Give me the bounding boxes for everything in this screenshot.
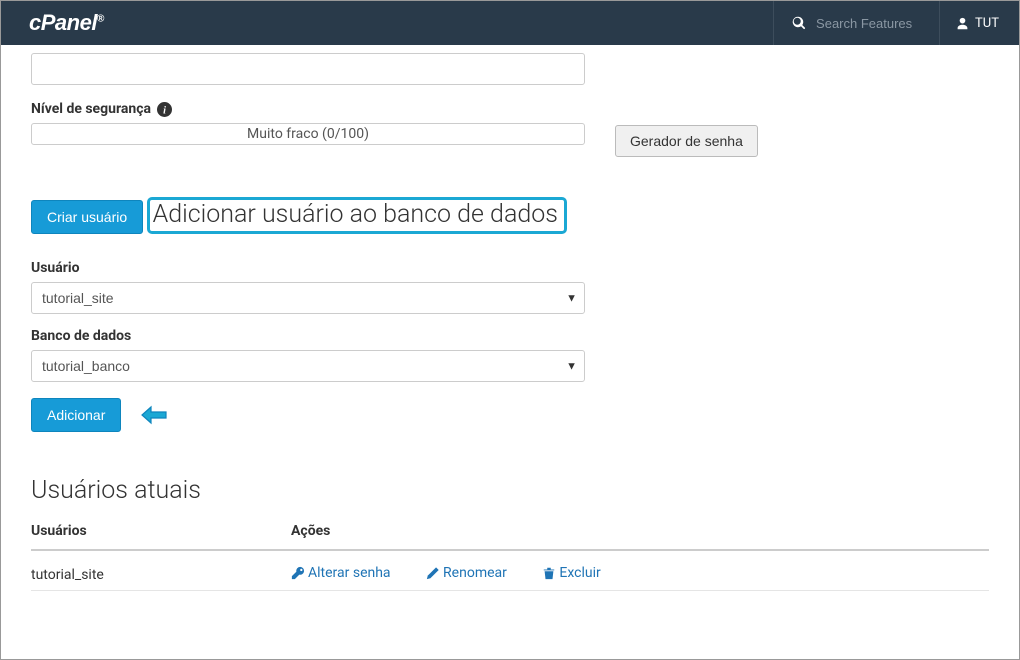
search-icon xyxy=(792,16,806,30)
col-header-actions: Ações xyxy=(291,515,989,550)
pencil-icon xyxy=(426,566,440,580)
key-icon xyxy=(291,566,305,580)
current-users-heading: Usuários atuais xyxy=(31,476,989,505)
user-select[interactable]: tutorial_site xyxy=(31,282,585,314)
database-field-label: Banco de dados xyxy=(31,328,989,344)
user-field-label: Usuário xyxy=(31,260,989,276)
add-user-to-db-heading: Adicionar usuário ao banco de dados xyxy=(147,197,567,234)
username-cell: tutorial_site xyxy=(31,550,291,591)
create-user-button[interactable]: Criar usuário xyxy=(31,200,143,234)
rename-link[interactable]: Renomear xyxy=(426,565,507,581)
database-select[interactable]: tutorial_banco xyxy=(31,350,585,382)
user-icon xyxy=(956,17,969,30)
password-generator-button[interactable]: Gerador de senha xyxy=(615,125,758,157)
delete-link[interactable]: Excluir xyxy=(542,565,600,581)
current-users-table: Usuários Ações tutorial_site Alterar sen… xyxy=(31,515,989,591)
trash-icon xyxy=(542,566,556,580)
user-label: TUT xyxy=(975,16,999,31)
svg-text:i: i xyxy=(163,105,166,116)
security-level-label: Nível de segurança i xyxy=(31,101,989,117)
password-strength-meter: Muito fraco (0/100) xyxy=(31,123,585,145)
col-header-users: Usuários xyxy=(31,515,291,550)
arrow-left-icon xyxy=(141,404,169,426)
cpanel-logo: cPanel® xyxy=(29,10,104,36)
search-input[interactable] xyxy=(816,16,921,31)
add-button[interactable]: Adicionar xyxy=(31,398,121,432)
search-area xyxy=(773,1,939,45)
top-navbar: cPanel® TUT xyxy=(1,1,1019,45)
table-row: tutorial_site Alterar senha Renomear Exc… xyxy=(31,550,989,591)
password-input[interactable] xyxy=(31,53,585,85)
info-icon[interactable]: i xyxy=(157,102,172,117)
change-password-link[interactable]: Alterar senha xyxy=(291,565,391,581)
user-menu[interactable]: TUT xyxy=(939,1,999,45)
